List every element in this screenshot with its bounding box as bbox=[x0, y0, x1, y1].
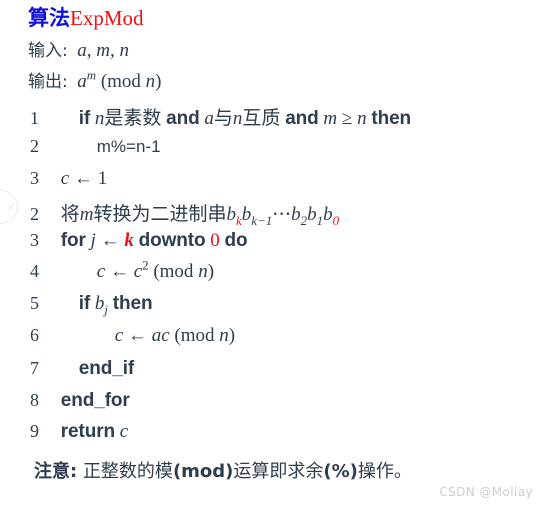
note-body-pre: 正整数的模 bbox=[77, 461, 173, 482]
var-b-sub-j: bj bbox=[94, 293, 108, 317]
note-text: 注意: 正整数的模(mod)运算即求余(%)操作。 bbox=[34, 457, 412, 483]
cjk-convert-pre: 将 bbox=[60, 203, 80, 225]
title-algorithm-name: ExpMod bbox=[70, 6, 144, 30]
note-mod: (mod) bbox=[172, 461, 234, 482]
line-number: 1 bbox=[30, 108, 39, 128]
operator-assign: ← bbox=[127, 325, 147, 346]
var-c: c bbox=[60, 168, 70, 189]
var-n: n bbox=[94, 108, 105, 129]
line-number: 5 bbox=[30, 293, 39, 313]
binary-string: bkbk−1⋯b2b1b0 bbox=[226, 204, 340, 228]
cjk-convert-post: 转换为二进制串 bbox=[93, 203, 227, 225]
output-label: 输出: bbox=[28, 72, 68, 92]
var-a: a bbox=[204, 108, 214, 129]
line-number: 7 bbox=[30, 358, 39, 378]
line-number: 6 bbox=[30, 325, 39, 345]
cjk-is-prime: 是素数 bbox=[104, 107, 162, 129]
literal-zero-highlight: 0 bbox=[210, 230, 220, 251]
expr-a-times-c: ac bbox=[151, 325, 170, 346]
code-line-10: 8 end_for bbox=[30, 390, 130, 420]
code-line-7: 5 if bj then bbox=[30, 293, 153, 323]
mod-expr: (mod n) bbox=[153, 261, 215, 282]
code-line-1: 1 if n是素数 and a与n互质 and m ≥ n then bbox=[30, 103, 411, 133]
keyword-if: if bbox=[78, 293, 91, 314]
literal-one: 1 bbox=[97, 168, 108, 189]
page-title: 算法ExpMod bbox=[28, 2, 144, 32]
code-line-9: 7 end_if bbox=[30, 358, 134, 388]
keyword-if: if bbox=[78, 108, 91, 129]
keyword-and-1: and bbox=[166, 108, 200, 129]
algorithm-output-line: 输出: am (mod n) bbox=[28, 67, 162, 93]
line-number: 9 bbox=[30, 421, 39, 441]
expr-c-squared: c2 bbox=[133, 257, 149, 282]
line-number: 3 bbox=[30, 230, 39, 250]
keyword-and-2: and bbox=[285, 108, 319, 129]
code-line-6: 4 c ← c2 (mod n) bbox=[30, 257, 215, 291]
ellipsis-dots: ⋯ bbox=[272, 204, 292, 225]
edge-artifact-circle: × bbox=[0, 190, 18, 224]
var-c: c bbox=[119, 421, 129, 442]
operator-ge: ≥ bbox=[341, 108, 353, 129]
keyword-then: then bbox=[371, 108, 412, 129]
operator-assign: ← bbox=[109, 261, 129, 282]
line-number: 2 bbox=[30, 136, 39, 156]
statement-mod-assign: m%=n-1 bbox=[96, 137, 161, 156]
note-percent: (%) bbox=[323, 461, 358, 482]
note-label: 注意: bbox=[34, 461, 78, 482]
keyword-for: for bbox=[60, 230, 86, 251]
operator-assign: ← bbox=[100, 230, 120, 251]
title-cjk-prefix: 算法 bbox=[28, 6, 70, 30]
var-j: j bbox=[90, 230, 96, 251]
code-line-3: 3 c ← 1 bbox=[30, 168, 107, 198]
code-line-4: 2 将m转换为二进制串bkbk−1⋯b2b1b0 bbox=[30, 199, 339, 229]
operator-assign: ← bbox=[73, 168, 93, 189]
var-k-highlight: k bbox=[124, 230, 134, 251]
var-m: m bbox=[323, 108, 338, 129]
var-n-2: n bbox=[232, 108, 243, 129]
line-number: 2 bbox=[30, 204, 39, 224]
mod-expr: (mod n) bbox=[174, 325, 236, 346]
output-value: am (mod n) bbox=[77, 67, 162, 92]
var-c: c bbox=[96, 261, 106, 282]
code-line-5: 3 for j ← k downto 0 do bbox=[30, 230, 248, 260]
note-body-post: 操作。 bbox=[357, 461, 412, 482]
keyword-end-for: end_for bbox=[60, 390, 130, 411]
line-number: 4 bbox=[30, 261, 39, 281]
keyword-then: then bbox=[112, 293, 153, 314]
cjk-coprime: 互质 bbox=[242, 107, 281, 129]
code-line-2: 2 m%=n-1 bbox=[30, 136, 161, 166]
input-value: a, m, n bbox=[72, 40, 129, 61]
note-body-mid: 运算即求余 bbox=[233, 461, 324, 482]
line-number: 3 bbox=[30, 168, 39, 188]
code-line-11: 9 return c bbox=[30, 421, 128, 451]
algorithm-input-line: 输入: a, m, n bbox=[28, 36, 129, 62]
code-line-8: 6 c ← ac (mod n) bbox=[30, 325, 235, 355]
watermark-label: CSDN @Moliay bbox=[439, 485, 533, 499]
keyword-downto: downto bbox=[138, 230, 206, 251]
var-m-2: m bbox=[79, 204, 94, 225]
input-label: 输入: bbox=[28, 41, 68, 61]
keyword-do: do bbox=[224, 230, 248, 251]
keyword-end-if: end_if bbox=[78, 358, 135, 379]
line-number: 8 bbox=[30, 390, 39, 410]
keyword-return: return bbox=[60, 421, 116, 442]
var-n-3: n bbox=[357, 108, 367, 129]
var-c: c bbox=[114, 325, 124, 346]
cjk-with: 与 bbox=[213, 107, 233, 129]
